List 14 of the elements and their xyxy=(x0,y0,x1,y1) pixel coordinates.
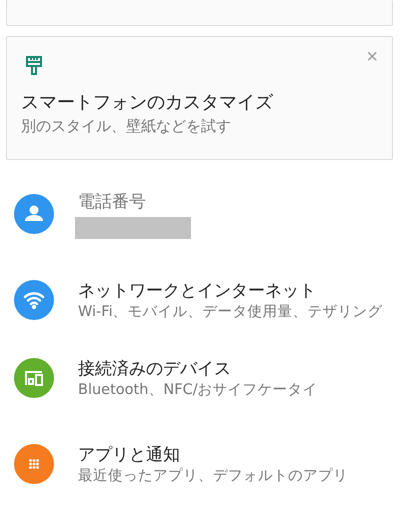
settings-item[interactable]: 電話番号 xyxy=(0,184,400,244)
item-subtitle: Wi-Fi、モバイル、データ使用量、テザリング xyxy=(78,304,383,322)
item-subtitle: Bluetooth、NFC/おサイフケータイ xyxy=(78,382,318,400)
card-title: スマートフォンのカスタマイズ xyxy=(21,91,274,114)
card-subtitle: 別のスタイル、壁紙などを試す xyxy=(21,117,232,136)
settings-item[interactable]: アプリと通知 最近使ったアプリ、デフォルトのアプリ xyxy=(0,434,400,494)
settings-item[interactable]: 接続済みのデバイス Bluetooth、NFC/おサイフケータイ xyxy=(0,348,400,408)
item-subtitle: 最近使ったアプリ、デフォルトのアプリ xyxy=(78,468,348,486)
paintbrush-icon xyxy=(26,56,42,76)
item-title: ネットワークとインターネット xyxy=(78,280,317,302)
item-title: 接続済みのデバイス xyxy=(78,358,232,380)
item-title: 電話番号 xyxy=(78,190,147,212)
item-title: アプリと通知 xyxy=(78,444,181,466)
settings-item[interactable]: ネットワークとインターネット Wi-Fi、モバイル、データ使用量、テザリング xyxy=(0,270,400,330)
